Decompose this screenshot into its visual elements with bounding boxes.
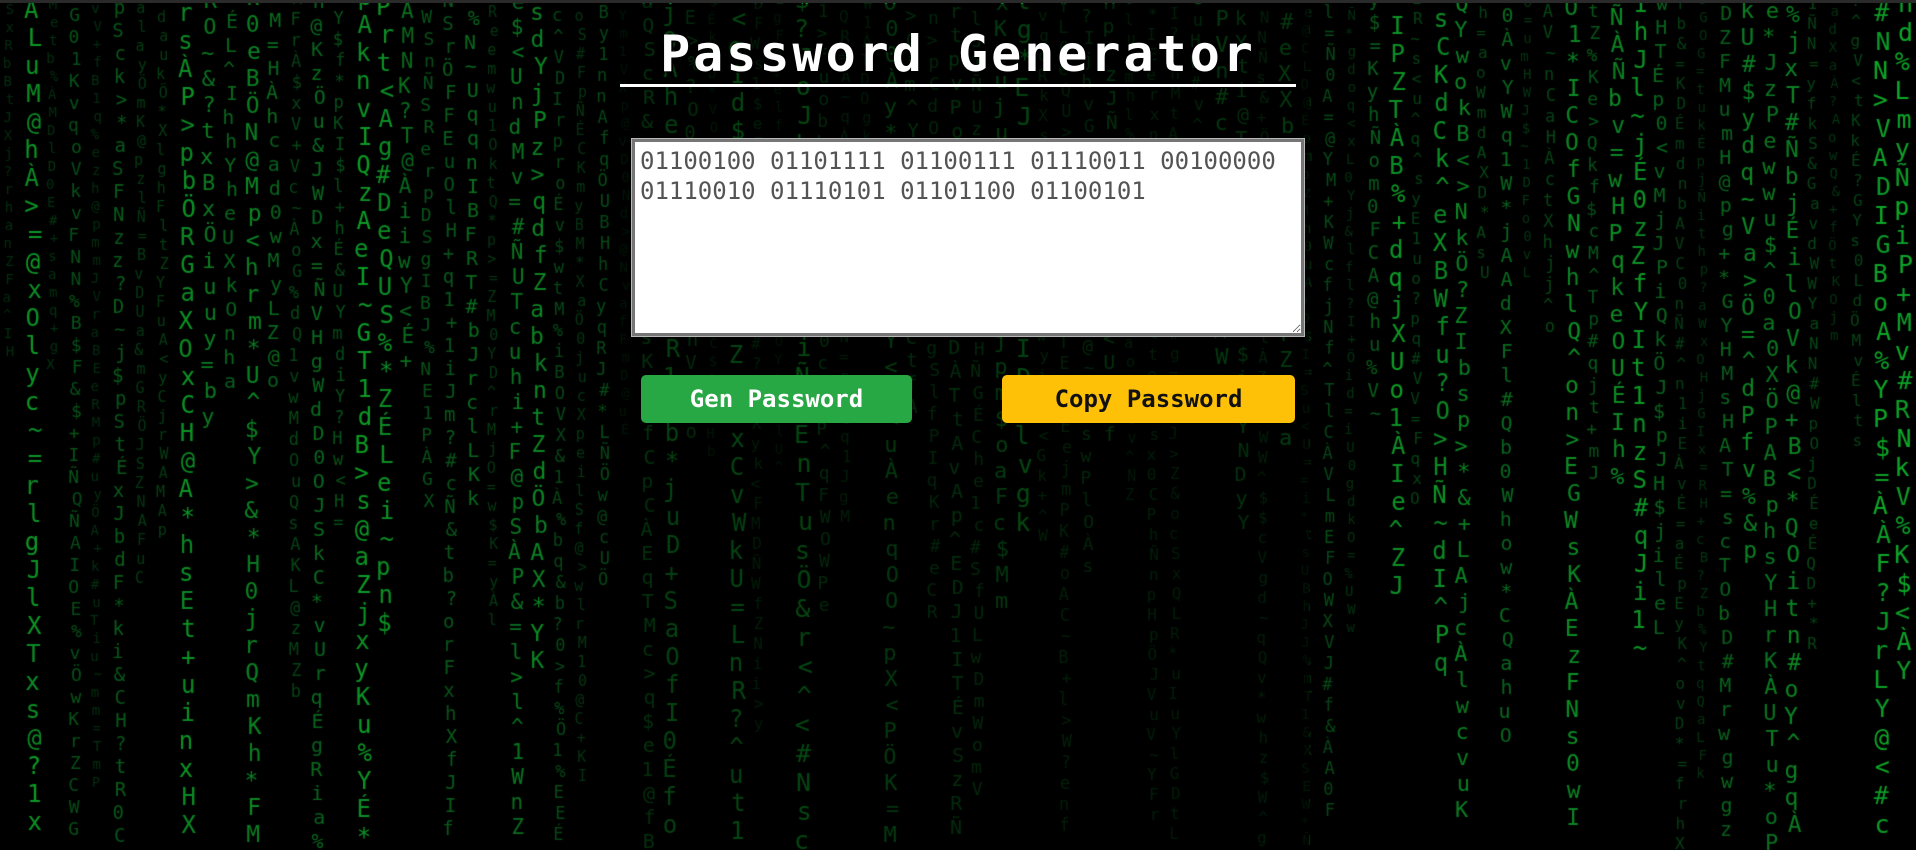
page-title: Password Generator — [660, 25, 1256, 83]
gen-password-button[interactable]: Gen Password — [641, 375, 912, 423]
copy-password-button[interactable]: Copy Password — [1002, 375, 1295, 423]
title-underline — [620, 84, 1296, 87]
generator-panel — [611, 4, 1309, 850]
top-border — [0, 0, 1916, 3]
password-output[interactable]: 01100100 01101111 01100111 01110011 0010… — [631, 138, 1305, 337]
